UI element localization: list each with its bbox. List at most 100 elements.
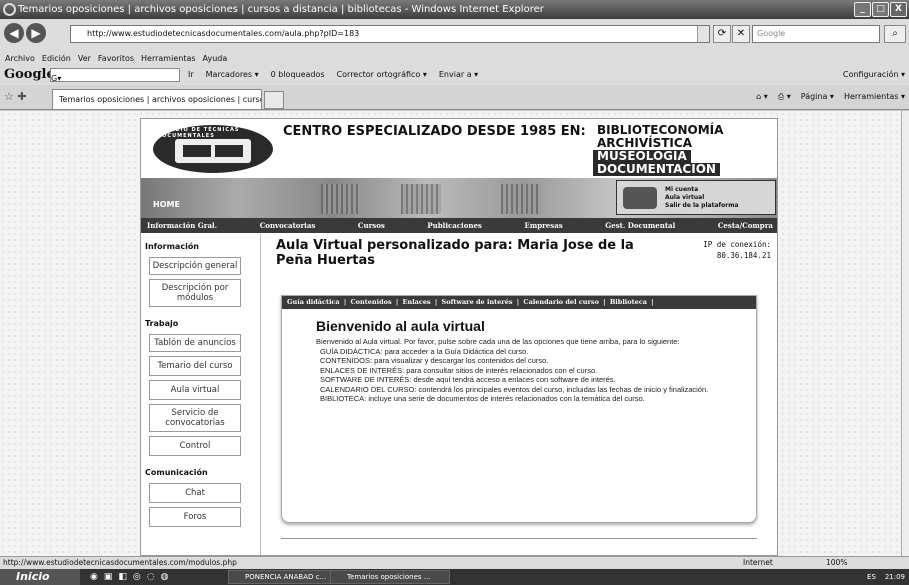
welcome-line: ENLACES DE INTERÉS: para consultar sitio…	[320, 365, 598, 375]
classroom-panel: Guía didáctica | Contenidos | Enlaces | …	[281, 295, 757, 523]
quick-launch-icons[interactable]: ◉▣◧◎◌◍	[90, 569, 174, 585]
area-4: DOCUMENTACIÓN	[593, 163, 720, 176]
security-zone: Internet	[743, 558, 773, 567]
page-menu[interactable]: Página ▾	[801, 85, 834, 109]
welcome-line: GUÍA DIDÁCTICA: para acceder a la Guía D…	[320, 346, 529, 356]
home-icon[interactable]: ⌂ ▾	[756, 85, 768, 109]
nav-gestion[interactable]: Gest. Documental	[605, 218, 675, 233]
page-viewport: ESTUDIO DE TÉCNICAS DOCUMENTALES CENTRO …	[0, 111, 909, 556]
welcome-title: Bienvenido al aula virtual	[316, 318, 485, 334]
google-go-button[interactable]: Ir	[188, 65, 194, 85]
site-areas: BIBLIOTECONOMÍA ARCHIVÍSTICA MUSEOLOGÍA …	[593, 124, 723, 176]
account-box: Mi cuenta Aula virtual Salir de la plata…	[616, 180, 776, 215]
taskbar: Inicio ◉▣◧◎◌◍ PONENCIA ANABAD c... Temar…	[0, 569, 909, 585]
sidebar-item-control[interactable]: Control	[149, 436, 241, 456]
address-bar[interactable]: http://www.estudiodetecnicasdocumentales…	[70, 25, 710, 43]
sidebar-item-convocatorias[interactable]: Servicio de convocatorias	[149, 404, 241, 432]
nav-cesta[interactable]: Cesta/Compra	[718, 218, 773, 233]
maximize-button[interactable]: □	[872, 2, 889, 17]
sidebar-item-foros[interactable]: Foros	[149, 507, 241, 527]
new-tab-button[interactable]	[264, 91, 284, 109]
ie-logo-icon	[3, 3, 16, 16]
url-text: http://www.estudiodetecnicasdocumentales…	[87, 29, 360, 38]
logo-text: ESTUDIO DE TÉCNICAS DOCUMENTALES	[157, 127, 240, 139]
page-title: Aula Virtual personalizado para: Maria J…	[276, 238, 634, 268]
welcome-intro: Bienvenido al Aula virtual. Por favor, p…	[316, 337, 680, 346]
site-headline: CENTRO ESPECIALIZADO DESDE 1985 EN:	[283, 124, 586, 139]
nav-empresas[interactable]: Empresas	[524, 218, 562, 233]
address-dropdown-icon[interactable]	[697, 26, 709, 42]
logout-link[interactable]: Salir de la plataforma	[665, 202, 775, 210]
clock: 21:09	[884, 573, 905, 581]
tab-software[interactable]: Software de interés	[442, 298, 513, 306]
virtual-classroom-link[interactable]: Aula virtual	[665, 194, 775, 202]
welcome-line: BIBLIOTECA: incluye una serie de documen…	[320, 394, 645, 403]
sidebar-item-tablon[interactable]: Tablón de anuncios	[149, 334, 241, 352]
menu-herramientas[interactable]: Herramientas	[141, 53, 196, 65]
back-button[interactable]: ◀	[4, 23, 24, 43]
ip-label: IP de conexión:	[703, 240, 771, 249]
nav-publicaciones[interactable]: Publicaciones	[427, 218, 481, 233]
tab-label: Temarios oposiciones | archivos oposicio…	[59, 95, 261, 104]
stop-button[interactable]: ✕	[732, 25, 750, 43]
site-logo[interactable]: ESTUDIO DE TÉCNICAS DOCUMENTALES	[153, 125, 273, 173]
sidebar-item-descripcion-modulos[interactable]: Descripción por módulos	[149, 279, 241, 307]
send-to-button[interactable]: Enviar a ▾	[439, 65, 478, 85]
menu-ver[interactable]: Ver	[78, 53, 91, 65]
vertical-scrollbar[interactable]	[901, 111, 909, 556]
refresh-button[interactable]: ⟳	[713, 25, 731, 43]
search-input[interactable]: Google	[752, 25, 880, 43]
menu-edicion[interactable]: Edición	[42, 53, 71, 65]
tools-menu[interactable]: Herramientas ▾	[844, 85, 905, 109]
welcome-line: CONTENIDOS: para visualizar y descargar …	[320, 356, 549, 365]
site-nav: Información Gral. Convocatorias Cursos P…	[141, 218, 777, 233]
popup-blocker-button[interactable]: 0 bloqueados	[271, 65, 325, 85]
print-icon[interactable]: ⎙ ▾	[778, 85, 791, 109]
sidebar-item-descripcion-general[interactable]: Descripción general	[149, 257, 241, 275]
nav-convocatorias[interactable]: Convocatorias	[260, 218, 316, 233]
status-url: http://www.estudiodetecnicasdocumentales…	[3, 558, 237, 567]
close-button[interactable]: X	[890, 2, 907, 17]
sidebar-section-title: Información	[145, 242, 200, 251]
spellcheck-button[interactable]: Corrector ortográfico ▾	[337, 65, 427, 85]
ip-value: 80.36.184.21	[716, 251, 771, 260]
language-indicator[interactable]: ES	[867, 573, 876, 581]
favorites-star-icon[interactable]: ☆ ✚	[4, 90, 27, 103]
sidebar-item-temario[interactable]: Temario del curso	[149, 356, 241, 376]
minimize-button[interactable]: _	[854, 2, 871, 17]
menu-archivo[interactable]: Archivo	[5, 53, 35, 65]
zoom-level[interactable]: 100%	[826, 557, 847, 569]
sidebar-section-title: Trabajo	[145, 319, 179, 328]
start-button[interactable]: Inicio	[0, 569, 80, 585]
forward-button[interactable]: ▶	[26, 23, 46, 43]
tab-contenidos[interactable]: Contenidos	[351, 298, 392, 306]
web-page: ESTUDIO DE TÉCNICAS DOCUMENTALES CENTRO …	[140, 118, 778, 556]
menu-ayuda[interactable]: Ayuda	[203, 53, 228, 65]
taskbar-item-browser[interactable]: Temarios oposiciones ...	[330, 570, 450, 584]
nav-cursos[interactable]: Cursos	[358, 218, 385, 233]
browser-window: Temarios oposiciones | archivos oposicio…	[0, 0, 909, 585]
tab-current[interactable]: Temarios oposiciones | archivos oposicio…	[52, 89, 262, 109]
sidebar-item-aula-virtual[interactable]: Aula virtual	[149, 380, 241, 400]
sidebar-item-chat[interactable]: Chat	[149, 483, 241, 503]
google-search-box[interactable]: G▾	[50, 68, 180, 83]
sidebar: Información Descripción general Descripc…	[141, 234, 261, 555]
title-bar: Temarios oposiciones | archivos oposicio…	[0, 0, 909, 19]
address-toolbar: ◀ ▶ http://www.estudiodetecnicasdocument…	[0, 19, 909, 53]
tab-biblioteca[interactable]: Biblioteca	[610, 298, 647, 306]
home-link[interactable]: HOME	[153, 200, 180, 209]
google-toolbar: Google G▾ Ir Marcadores ▾ 0 bloqueados C…	[0, 65, 909, 85]
nav-info[interactable]: Información Gral.	[147, 218, 217, 233]
tab-enlaces[interactable]: Enlaces	[403, 298, 431, 306]
car-icon	[623, 187, 657, 209]
settings-button[interactable]: Configuración ▾	[843, 65, 905, 85]
tab-guia[interactable]: Guía didáctica	[287, 298, 340, 306]
my-account-link[interactable]: Mi cuenta	[665, 186, 775, 194]
menu-favoritos[interactable]: Favoritos	[98, 53, 134, 65]
search-icon[interactable]: ⌕	[884, 25, 906, 43]
status-bar: http://www.estudiodetecnicasdocumentales…	[0, 556, 909, 569]
bookmarks-button[interactable]: Marcadores ▾	[206, 65, 259, 85]
tab-calendario[interactable]: Calendario del curso	[523, 298, 598, 306]
ip-info: IP de conexión: 80.36.184.21	[681, 239, 771, 261]
sidebar-section-title: Comunicación	[145, 468, 208, 477]
